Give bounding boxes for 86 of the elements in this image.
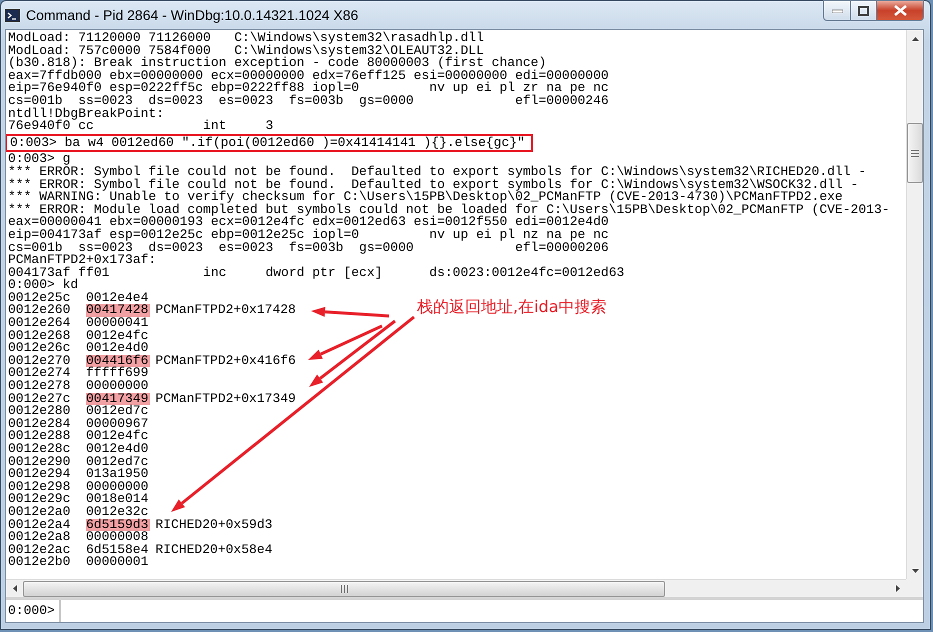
stack-address: 0012e25c xyxy=(8,292,72,304)
stack-value: 00000000 xyxy=(86,380,150,393)
output-line: ModLoad: 757c0000 7584f000 C:\Windows\system32\OLEAUT32.DLL xyxy=(8,44,484,58)
vertical-scrollbar[interactable] xyxy=(906,30,923,579)
stack-address: 0012e288 xyxy=(8,430,72,443)
stack-address: 0012e264 xyxy=(8,317,72,330)
console-icon xyxy=(5,8,20,22)
stack-address: 0012e2a4 xyxy=(8,518,72,532)
stack-value: fffff699 xyxy=(86,367,150,380)
close-button[interactable] xyxy=(877,0,924,21)
stack-value: 0018e014 xyxy=(86,493,150,506)
maximize-icon xyxy=(858,6,869,16)
annotation-note: 栈的返回地址,在ida中搜索 xyxy=(417,301,606,314)
output-line: cs=001b ss=0023 ds=0023 es=0023 fs=003b gs=0000 efl=00000246 xyxy=(8,94,609,108)
stack-value: 00000041 xyxy=(86,317,150,330)
output-line: eax=7ffdb000 ebx=00000000 ecx=00000000 edx=76eff125 esi=00000000 edi=00000000 xyxy=(8,70,609,82)
stack-value: 00417349 xyxy=(86,392,150,406)
stack-address: 0012e2a8 xyxy=(8,531,72,544)
stack-address: 0012e274 xyxy=(8,367,72,380)
stack-address: 0012e2a0 xyxy=(8,506,72,519)
stack-symbol: PCManFTPD2+0x17428 xyxy=(155,304,296,318)
stack-value: 0012e4e4 xyxy=(86,292,150,304)
stack-address: 0012e278 xyxy=(8,380,72,393)
minimize-icon xyxy=(832,8,842,12)
output-line: cs=001b ss=0023 ds=0023 es=0023 fs=003b gs=0000 efl=00000206 xyxy=(8,242,609,254)
stack-symbol: PCManFTPD2+0x17349 xyxy=(155,392,296,406)
stack-address: 0012e280 xyxy=(8,405,72,418)
stack-value: 6d5159d3 xyxy=(86,518,150,532)
output-line: PCManFTPD2+0x173af: xyxy=(8,254,156,267)
stack-symbol: RICHED20+0x58e4 xyxy=(155,544,272,556)
output-line: *** ERROR: Module load completed but symbols could not be loaded for C:\Users\15PB\Desktop\02_PCManFTP (CVE-2013- xyxy=(8,204,890,216)
output-line: 004173af ff01 inc dword ptr [ecx] ds:0023:0012e4fc=0012ed63 xyxy=(8,266,624,280)
scroll-right-icon[interactable] xyxy=(896,585,900,592)
stack-address: 0012e298 xyxy=(8,480,72,494)
output-line: ModLoad: 71120000 71126000 C:\Windows\system32\rasadhlp.dll xyxy=(8,32,484,45)
highlighted-command: 0:003> ba w4 0012ed60 ".if(poi(0012ed60 )=0x41414141 ){}.else{gc}" xyxy=(6,134,533,152)
close-icon xyxy=(894,5,906,16)
maximize-button[interactable] xyxy=(851,0,877,21)
stack-value: 0012e4fc xyxy=(86,330,150,342)
stack-address: 0012e28c xyxy=(8,443,72,456)
scroll-left-icon[interactable] xyxy=(12,585,16,592)
output-line: *** WARNING: Unable to verify checksum for C:\Users\15PB\Desktop\02_PCManFTP (CVE-2013-4730)\PCManFTPD2.exe xyxy=(8,191,843,204)
stack-address: 0012e270 xyxy=(8,354,72,368)
stack-value: 004416f6 xyxy=(86,354,150,368)
output-line: 76e940f0 cc int 3 xyxy=(8,120,274,133)
stack-value: 00417428 xyxy=(86,304,150,318)
stack-value: 0012ed7c xyxy=(86,405,150,418)
stack-value: 013a1950 xyxy=(86,468,150,481)
stack-address: 0012e260 xyxy=(8,304,72,318)
stack-address: 0012e26c xyxy=(8,342,72,355)
stack-address: 0012e290 xyxy=(8,456,72,468)
stack-value: 0012e32c xyxy=(86,506,150,519)
stack-value: 00000001 xyxy=(86,556,150,569)
stack-address: 0012e294 xyxy=(8,468,72,481)
stack-value: 0012e4fc xyxy=(86,430,150,443)
output-line: eax=00000041 ebx=00000193 ecx=0012e4fc edx=0012ed63 esi=0012f550 edi=0012e4d0 xyxy=(8,216,609,229)
output-line: *** ERROR: Symbol file could not be found. Defaulted to export symbols for C:\Windows\system32\WSOCK32.dll - xyxy=(8,178,858,192)
output-line: 0:000> kd xyxy=(8,279,78,292)
scroll-down-icon[interactable] xyxy=(912,568,918,572)
stack-address: 0012e284 xyxy=(8,418,72,430)
stack-value: 00000008 xyxy=(86,531,150,544)
output-line: eip=004173af esp=0012e25c ebp=0012e25c iopl=0 nv up ei pl nz na pe nc xyxy=(8,228,609,242)
stack-value: 0012ed7c xyxy=(86,456,150,468)
grip-icon xyxy=(911,150,919,156)
output-line: *** ERROR: Symbol file could not be found. Defaulted to export symbols for C:\Windows\system32\RICHED20.dll - xyxy=(8,166,866,179)
stack-symbol: RICHED20+0x59d3 xyxy=(155,518,272,532)
stack-address: 0012e29c xyxy=(8,493,72,506)
stack-value: 0012e4d0 xyxy=(86,443,150,456)
output-line: ntdll!DbgBreakPoint: xyxy=(8,108,164,120)
stack-address: 0012e268 xyxy=(8,330,72,342)
horizontal-scrollbar[interactable] xyxy=(6,579,906,597)
window-title: Command - Pid 2864 - WinDbg:10.0.14321.1024 X86 xyxy=(26,7,360,23)
stack-address: 0012e2ac xyxy=(8,544,72,556)
output-line: 0:003> g xyxy=(8,153,70,166)
stack-address: 0012e2b0 xyxy=(8,556,72,569)
minimize-button[interactable] xyxy=(823,0,851,21)
stack-address: 0012e27c xyxy=(8,392,72,406)
grip-icon xyxy=(340,584,348,592)
output-line: (b30.818): Break instruction exception - code 80000003 (first chance) xyxy=(8,57,546,70)
output-line: eip=76e940f0 esp=0222ff5c ebp=0222ff88 iopl=0 nv up ei pl zr na pe nc xyxy=(8,82,609,95)
stack-value: 6d5158e4 xyxy=(86,544,150,556)
scroll-up-icon[interactable] xyxy=(912,36,918,40)
stack-value: 00000000 xyxy=(86,480,150,494)
stack-value: 0012e4d0 xyxy=(86,342,150,355)
stack-value: 00000967 xyxy=(86,418,150,430)
stack-symbol: PCManFTPD2+0x416f6 xyxy=(155,354,296,368)
